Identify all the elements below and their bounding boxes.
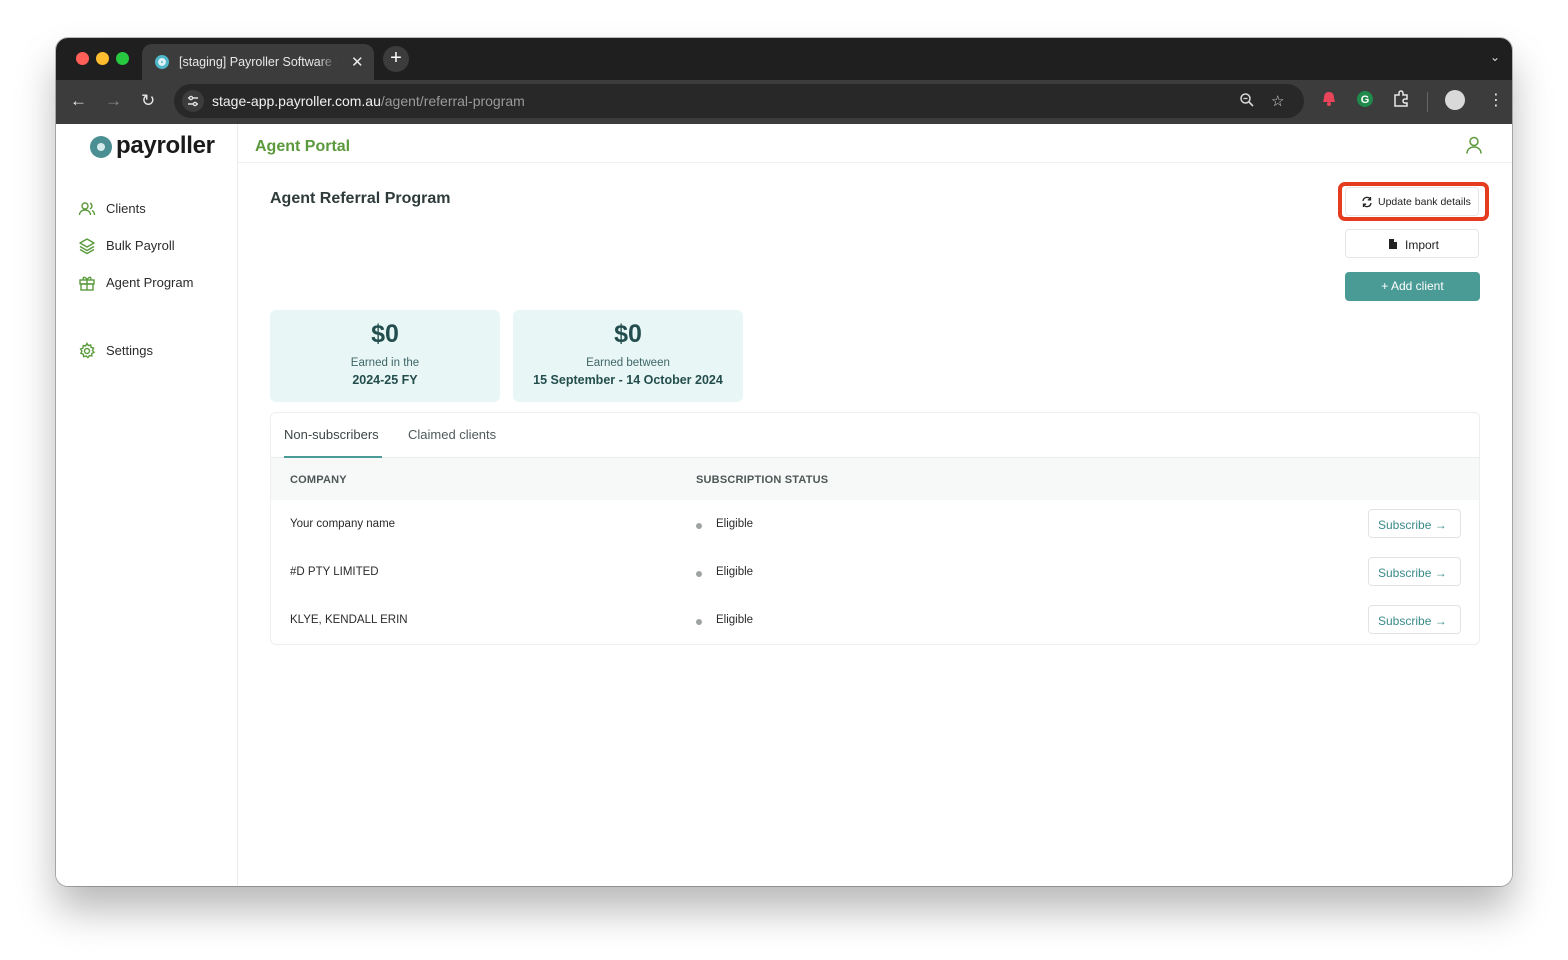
extensions-puzzle-icon[interactable] [1392,90,1410,108]
url-host: stage-app.payroller.com.au [212,93,381,109]
subscribe-button[interactable]: Subscribe → [1368,605,1461,634]
extension-alert-icon[interactable] [1320,90,1338,108]
portal-title: Agent Portal [255,138,351,155]
url-path: /agent/referral-program [380,93,525,109]
column-header-subscription-status: SUBSCRIPTION STATUS [696,474,829,486]
stat-period: 15 September - 14 October 2024 [533,373,723,387]
stat-card-range: $0 Earned between 15 September - 14 Octo… [513,310,743,402]
sidebar-item-label: Agent Program [106,275,194,290]
sidebar-item-agent-program[interactable]: Agent Program [78,271,228,295]
subscribe-button[interactable]: Subscribe → [1368,557,1461,586]
browser-menu-icon[interactable]: ⋮ [1488,90,1504,110]
reload-icon[interactable]: ↻ [141,91,155,111]
stat-card-fy: $0 Earned in the 2024-25 FY [270,310,500,402]
tabs: Non-subscribers Claimed clients [271,413,1479,458]
status-cell: Eligible [716,614,754,626]
sidebar-item-label: Settings [106,343,153,358]
add-client-button[interactable]: + Add client [1345,272,1480,301]
update-bank-details-button[interactable]: Update bank details [1345,187,1479,216]
address-bar[interactable]: stage-app.payroller.com.au/agent/referra… [174,84,1304,118]
table-row: Your company name Eligible Subscribe → [271,500,1479,548]
app-topbar: Agent Portal [238,124,1512,163]
column-header-company: COMPANY [290,474,347,486]
subscribe-button[interactable]: Subscribe → [1368,509,1461,538]
subscribe-label: Subscribe → [1378,566,1447,580]
close-tab-icon[interactable]: ✕ [351,53,364,71]
import-label: Import [1405,238,1440,252]
browser-window: [staging] Payroller Software W ✕ + ⌄ ← →… [56,38,1512,886]
file-icon [1389,239,1397,249]
update-bank-details-label: Update bank details [1378,196,1471,208]
company-cell: Your company name [290,518,396,530]
company-cell: KLYE, KENDALL ERIN [290,614,408,626]
payroller-favicon-icon [155,55,169,69]
browser-toolbar: ← → ↻ stage-app.payroller.com.au/agent/r… [56,80,1512,124]
svg-text:G: G [1361,94,1370,106]
maximize-window-button[interactable] [116,52,129,65]
stat-value: $0 [371,320,399,348]
sidebar-item-bulk-payroll[interactable]: Bulk Payroll [78,234,228,258]
status-dot [696,523,702,529]
site-info-icon[interactable] [182,90,204,112]
new-tab-button[interactable]: + [383,46,409,72]
status-cell: Eligible [716,566,754,578]
close-window-button[interactable] [76,52,89,65]
table-row: #D PTY LIMITED Eligible Subscribe → [271,548,1479,596]
url-text[interactable]: stage-app.payroller.com.au/agent/referra… [212,93,525,109]
profile-avatar[interactable] [1445,90,1465,110]
sidebar-item-label: Clients [106,201,146,216]
stat-label: Earned in the [350,357,420,369]
subscribe-label: Subscribe → [1378,614,1447,628]
sidebar-item-settings[interactable]: Settings [78,339,228,363]
status-dot [696,571,702,577]
status-dot [696,619,702,625]
stat-period: 2024-25 FY [352,373,418,387]
sidebar: payroller Clients Bulk Payroll Agent Pro… [56,124,238,886]
table-header: COMPANY SUBSCRIPTION STATUS [271,458,1479,500]
import-button[interactable]: Import [1345,229,1479,258]
status-cell: Eligible [716,518,754,530]
gear-icon [79,342,96,359]
table-row: KLYE, KENDALL ERIN Eligible Subscribe → [271,596,1479,644]
logo-mark-icon [90,136,112,158]
user-account-icon[interactable] [1464,135,1484,155]
minimize-window-button[interactable] [96,52,109,65]
subscribe-label: Subscribe → [1378,518,1447,532]
bookmark-star-icon[interactable]: ☆ [1271,92,1284,110]
browser-tab-active[interactable]: [staging] Payroller Software W ✕ [142,44,374,80]
zoom-icon[interactable] [1239,92,1255,112]
sidebar-item-clients[interactable]: Clients [78,197,228,221]
layers-icon [79,238,95,255]
sidebar-item-label: Bulk Payroll [106,238,175,253]
tab-non-subscribers[interactable]: Non-subscribers [284,427,379,442]
app-root: payroller Clients Bulk Payroll Agent Pro… [56,124,1512,886]
company-cell: #D PTY LIMITED [290,566,379,578]
tab-title: [staging] Payroller Software W [179,55,337,69]
tab-claimed-clients[interactable]: Claimed clients [408,427,496,442]
users-icon [78,202,96,216]
logo-text: payroller [116,132,215,159]
refresh-icon [1362,196,1372,208]
browser-tab-bar: [staging] Payroller Software W ✕ + ⌄ [56,38,1512,80]
stat-value: $0 [614,320,642,348]
page-title: Agent Referral Program [270,190,451,207]
back-icon[interactable]: ← [70,91,87,111]
grammarly-icon[interactable]: G [1356,90,1374,108]
toolbar-divider [1427,92,1428,112]
tab-list-chevron-icon[interactable]: ⌄ [1490,50,1500,64]
clients-table-card: Non-subscribers Claimed clients COMPANY … [270,412,1480,645]
forward-icon[interactable]: → [105,91,122,111]
stat-label: Earned between [586,357,670,369]
gift-icon [79,276,95,291]
